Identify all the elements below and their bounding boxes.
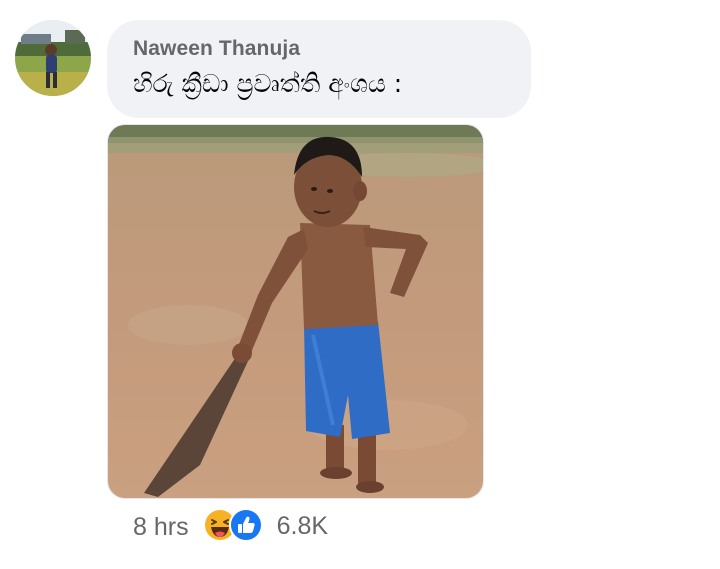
comment-meta: 8 hrs 6.8K [133,505,328,545]
timestamp[interactable]: 8 hrs [133,513,189,542]
comment-text: හිරු ක්‍රීඩා ප්‍රවෘත්ති අංශය : [133,69,403,98]
comment: Naween Thanuja හිරු ක්‍රීඩා ප්‍රවෘත්ති අ… [0,0,720,569]
reaction-count[interactable]: 6.8K [277,512,328,541]
comment-attachment-photo[interactable] [107,124,484,499]
author-name[interactable]: Naween Thanuja [133,38,531,60]
reaction-icons[interactable] [202,508,263,542]
avatar[interactable] [15,20,91,96]
like-icon [228,508,263,542]
comment-bubble: Naween Thanuja හිරු ක්‍රීඩා ප්‍රවෘත්ති අ… [107,20,531,118]
